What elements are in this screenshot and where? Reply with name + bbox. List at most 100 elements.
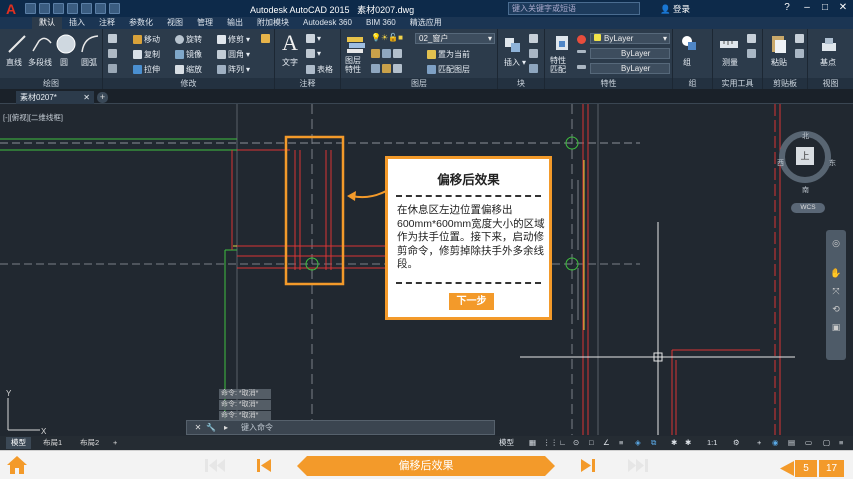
ribbon-tab-6[interactable]: 输出	[220, 17, 250, 29]
measure-button[interactable]: 测量	[722, 57, 738, 68]
clean-screen-icon[interactable]: ▢	[823, 437, 830, 449]
pan-icon[interactable]: ✋	[830, 268, 842, 280]
trim-button[interactable]: 修剪 ▾	[217, 34, 250, 45]
make-current-button[interactable]: 置为当前	[427, 49, 470, 60]
document-tab[interactable]: 素材0207* ✕	[16, 91, 94, 104]
close-icon[interactable]: ✕	[836, 1, 850, 15]
ribbon-tab-0[interactable]: 默认	[32, 17, 62, 29]
group-button[interactable]: 组	[683, 57, 691, 68]
steering-wheel-icon[interactable]: ◎	[830, 238, 842, 250]
arc-icon[interactable]	[79, 33, 101, 55]
viewport-controls[interactable]: [-][俯视][二维线框]	[3, 112, 63, 123]
move-button[interactable]: 移动	[133, 34, 160, 45]
base-point-icon[interactable]	[818, 33, 840, 55]
compass-east[interactable]: 东	[829, 158, 836, 168]
layer-tools-row2[interactable]	[371, 49, 402, 58]
lineweight-toggle-icon[interactable]: ≡	[619, 437, 623, 449]
group-icon[interactable]	[678, 32, 700, 54]
match-properties-button[interactable]: 特性匹配	[550, 56, 572, 74]
base-button[interactable]: 基点	[820, 57, 836, 68]
selection-cycling-icon[interactable]: ⧉	[651, 437, 656, 449]
redo-icon[interactable]	[109, 3, 120, 14]
arc-button[interactable]: 圆弧	[81, 57, 97, 68]
quick-select-button[interactable]	[747, 34, 756, 43]
command-input[interactable]: 键入命令	[241, 422, 273, 434]
annotation-visibility-icon[interactable]: ✱	[671, 437, 677, 449]
tab-layout2[interactable]: 布局2	[75, 437, 104, 449]
compass-north[interactable]: 北	[802, 131, 809, 141]
grid-icon[interactable]: ▦	[529, 437, 536, 449]
mirror-button[interactable]: 镜像	[175, 49, 202, 60]
customize-icon[interactable]: 🔧	[206, 423, 216, 433]
command-prompt-icon[interactable]: ▸	[221, 423, 231, 433]
showmotion-icon[interactable]: ▣	[830, 322, 842, 334]
linetype-dropdown[interactable]: ByLayer	[590, 48, 670, 59]
paste-icon[interactable]	[768, 33, 790, 55]
line-button[interactable]: 直线	[6, 57, 22, 68]
draw-extra-3[interactable]	[108, 64, 117, 73]
paste-button[interactable]: 粘贴	[771, 57, 787, 68]
stretch-button[interactable]: 拉伸	[133, 64, 160, 75]
edit-attributes-button[interactable]	[529, 64, 538, 73]
ribbon-tab-10[interactable]: 精选应用	[403, 17, 449, 29]
create-block-button[interactable]	[529, 34, 538, 43]
new-file-icon[interactable]	[25, 3, 36, 14]
new-tab-button[interactable]: +	[97, 92, 108, 103]
undo-icon[interactable]	[95, 3, 106, 14]
lineweight-dropdown[interactable]: ByLayer	[590, 63, 670, 74]
last-page-icon[interactable]	[627, 458, 649, 473]
minimize-icon[interactable]: –	[800, 1, 814, 15]
snap-icon[interactable]: ⋮⋮	[543, 437, 558, 449]
leader-button[interactable]: ▾	[306, 49, 321, 58]
first-page-icon[interactable]	[204, 458, 226, 473]
add-layout-button[interactable]: +	[108, 437, 122, 449]
ribbon-tab-2[interactable]: 注释	[92, 17, 122, 29]
zoom-icon[interactable]: ⤧	[830, 286, 842, 298]
measure-icon[interactable]	[718, 33, 740, 55]
close-command-icon[interactable]: ✕	[193, 423, 203, 433]
annotation-autoscale-icon[interactable]: ✱	[685, 437, 691, 449]
plot-icon[interactable]	[81, 3, 92, 14]
circle-icon[interactable]	[55, 33, 77, 55]
search-input[interactable]: 键入关键字或短语	[508, 2, 640, 15]
workspace-gear-icon[interactable]: ⚙	[733, 437, 740, 449]
ribbon-tab-5[interactable]: 管理	[190, 17, 220, 29]
open-file-icon[interactable]	[39, 3, 50, 14]
ribbon-tab-8[interactable]: Autodesk 360	[296, 17, 359, 29]
ribbon-tab-1[interactable]: 插入	[62, 17, 92, 29]
layer-properties-button[interactable]: 图层特性	[345, 56, 367, 74]
polyline-icon[interactable]	[31, 33, 53, 55]
isolate-objects-icon[interactable]: ▭	[805, 437, 812, 449]
viewcube-top-face[interactable]: 上	[796, 147, 814, 165]
annotation-scale[interactable]: 1:1	[707, 437, 717, 449]
orbit-icon[interactable]: ⟲	[830, 304, 842, 316]
annotation-monitor-icon[interactable]: +	[757, 437, 761, 449]
save-icon[interactable]	[53, 3, 64, 14]
model-space-button[interactable]: 模型	[499, 437, 514, 449]
draw-extra-2[interactable]	[108, 49, 117, 58]
layer-state-icons[interactable]: 💡☀🔓■	[371, 33, 403, 42]
customization-icon[interactable]: ≡	[839, 437, 843, 449]
layer-tools-row3[interactable]	[371, 64, 402, 73]
insert-block-icon[interactable]	[502, 33, 524, 55]
color-dropdown[interactable]: ByLayer ▾	[590, 33, 670, 44]
home-icon[interactable]	[5, 453, 29, 477]
text-button[interactable]: 文字	[282, 57, 298, 68]
dimension-button[interactable]: ▾	[306, 34, 321, 43]
compass-south[interactable]: 南	[802, 185, 809, 195]
layer-properties-icon[interactable]	[345, 33, 367, 55]
polar-icon[interactable]: ⊙	[573, 437, 579, 449]
match-layer-button[interactable]: 匹配图层	[427, 64, 470, 75]
select-all-button[interactable]	[747, 49, 756, 58]
polyline-button[interactable]: 多段线	[28, 57, 52, 68]
color-swatch-icon[interactable]	[577, 35, 586, 44]
layer-dropdown[interactable]: 02_窗户 ▾	[415, 33, 495, 44]
next-step-button[interactable]: 下一步	[449, 293, 494, 310]
circle-button[interactable]: 圆	[60, 57, 68, 68]
maximize-icon[interactable]: □	[818, 1, 832, 15]
tab-layout1[interactable]: 布局1	[38, 437, 67, 449]
rotate-button[interactable]: 旋转	[175, 34, 202, 45]
line-icon[interactable]	[6, 33, 28, 55]
osnap-icon[interactable]: □	[589, 437, 594, 449]
otrack-icon[interactable]: ∠	[603, 437, 610, 449]
